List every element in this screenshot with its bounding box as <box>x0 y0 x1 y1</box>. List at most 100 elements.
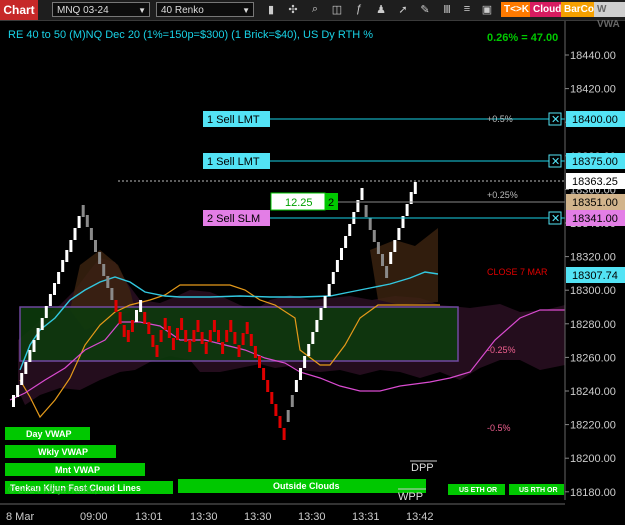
wkly-vwap-button[interactable]: Wkly VWAP <box>5 445 116 458</box>
x-axis[interactable]: 8 Mar 09:00 13:01 13:30 13:30 13:30 13:3… <box>6 511 434 523</box>
renko-brick <box>176 328 179 340</box>
renko-brick <box>331 272 335 284</box>
list-icon[interactable]: ≡ <box>458 0 476 18</box>
close-order-3-icon[interactable]: ✕ <box>548 211 562 225</box>
dpp-label: DPP <box>411 462 434 474</box>
renko-brick <box>270 392 274 404</box>
wpp-label: WPP <box>398 491 423 503</box>
x-tick: 13:42 <box>406 511 434 523</box>
instrument-selector[interactable]: MNQ 03-24 ▼ <box>52 2 150 17</box>
renko-brick <box>372 230 376 242</box>
renko-brick <box>204 342 208 354</box>
renko-brick <box>196 320 200 332</box>
renko-brick <box>376 242 380 254</box>
renko-brick <box>81 205 85 217</box>
cloud-highlight-right <box>370 228 438 305</box>
y-tick: 18320.00 <box>570 252 616 264</box>
order-sell-slm[interactable]: 2 Sell SLM <box>203 210 270 226</box>
renko-brick <box>69 240 73 252</box>
renko-brick <box>114 300 118 312</box>
renko-brick <box>94 240 97 252</box>
renko-brick <box>32 340 36 352</box>
indicators-icon[interactable]: ƒ <box>350 0 368 18</box>
renko-brick <box>130 320 134 332</box>
drawing-tools-icon[interactable]: ✎ <box>416 0 434 18</box>
chevron-down-icon: ▼ <box>138 6 146 15</box>
instrument-value: MNQ 03-24 <box>57 5 109 16</box>
outside-clouds-button[interactable]: Outside Clouds <box>178 479 426 493</box>
renko-brick <box>229 320 233 332</box>
day-vwap-button[interactable]: Day VWAP <box>5 427 90 440</box>
renko-brick <box>340 248 343 260</box>
renko-brick <box>61 260 65 272</box>
price-chart[interactable]: 1 Sell LMT 1 Sell LMT 2 Sell SLM ✕ ✕ ✕ 1… <box>0 21 625 525</box>
renko-brick <box>65 250 69 262</box>
zoom-icon[interactable]: ⌕ <box>306 0 324 18</box>
renko-brick <box>217 330 220 342</box>
bars-icon[interactable]: Ⅲ <box>438 0 456 18</box>
svg-text:18375.00: 18375.00 <box>572 156 618 168</box>
us-eth-or-button[interactable]: US ETH OR <box>448 484 505 495</box>
data-box-icon[interactable]: ▣ <box>478 0 496 18</box>
renko-brick <box>294 380 298 392</box>
order-sell-lmt-2[interactable]: 1 Sell LMT <box>203 153 270 169</box>
svg-text:18363.25: 18363.25 <box>572 176 618 188</box>
renko-brick <box>48 294 52 306</box>
svg-text:Outside Clouds: Outside Clouds <box>273 481 340 491</box>
renko-brick <box>241 333 245 345</box>
renko-brick <box>28 350 32 362</box>
renko-brick <box>98 252 102 264</box>
renko-brick <box>405 204 409 216</box>
strategies-icon[interactable]: ♟ <box>372 0 390 18</box>
renko-brick <box>188 340 192 352</box>
position-box[interactable]: 12.25 2 <box>270 192 338 211</box>
renko-brick <box>381 254 384 266</box>
y-tick: 18420.00 <box>570 84 616 96</box>
pct-change: 0.26% = 47.00 <box>487 32 558 44</box>
properties-icon[interactable]: ◫ <box>328 0 346 18</box>
renko-brick <box>208 330 212 342</box>
renko-brick <box>110 288 114 300</box>
svg-text:18341.00: 18341.00 <box>572 213 618 225</box>
x-tick: 13:30 <box>190 511 218 523</box>
mnt-vwap-button[interactable]: Mnt VWAP <box>5 463 145 476</box>
chart-tab[interactable]: Chart <box>0 0 38 20</box>
cloud-toggle[interactable]: Cloud <box>530 2 565 17</box>
chevron-down-icon: ▼ <box>242 6 250 15</box>
vwap-toggle[interactable]: W VWA <box>594 2 625 30</box>
renko-brick <box>319 308 323 320</box>
tk-toggle[interactable]: T<>K <box>501 2 533 17</box>
us-rth-or-button[interactable]: US RTH OR <box>509 484 564 495</box>
bar-type-selector[interactable]: 40 Renko ▼ <box>156 2 254 17</box>
close-order-1-icon[interactable]: ✕ <box>548 112 562 126</box>
svg-text:18400.00: 18400.00 <box>572 114 618 126</box>
y-tick: 18300.00 <box>570 285 616 297</box>
x-tick: 13:01 <box>135 511 163 523</box>
bar-chart-icon[interactable]: ▮ <box>262 0 280 18</box>
y-tick: 18180.00 <box>570 487 616 499</box>
pct-level-minus-025: -0.25% <box>487 345 516 355</box>
y-tick: 18220.00 <box>570 420 616 432</box>
renko-brick <box>368 218 372 230</box>
svg-text:Wkly VWAP: Wkly VWAP <box>38 447 88 457</box>
pointer-icon[interactable]: ➚ <box>394 0 412 18</box>
renko-brick <box>40 318 44 330</box>
renko-brick <box>385 266 389 278</box>
position-qty: 2 <box>328 197 334 209</box>
pan-icon[interactable]: ✣ <box>284 0 302 18</box>
renko-brick <box>364 205 368 217</box>
renko-brick <box>135 310 138 322</box>
renko-brick <box>278 416 282 428</box>
order-sell-lmt-1[interactable]: 1 Sell LMT <box>203 111 270 127</box>
svg-text:✕: ✕ <box>551 156 560 168</box>
renko-brick <box>311 332 315 344</box>
renko-brick <box>262 368 266 380</box>
order-label: 1 Sell LMT <box>207 156 260 168</box>
y-tick: 18240.00 <box>570 386 616 398</box>
renko-brick <box>344 236 348 248</box>
renko-brick <box>253 346 257 358</box>
price-tag-order-2: 18375.00 <box>566 153 625 169</box>
x-tick: 13:30 <box>244 511 272 523</box>
close-order-2-icon[interactable]: ✕ <box>548 154 562 168</box>
renko-brick <box>12 395 15 407</box>
